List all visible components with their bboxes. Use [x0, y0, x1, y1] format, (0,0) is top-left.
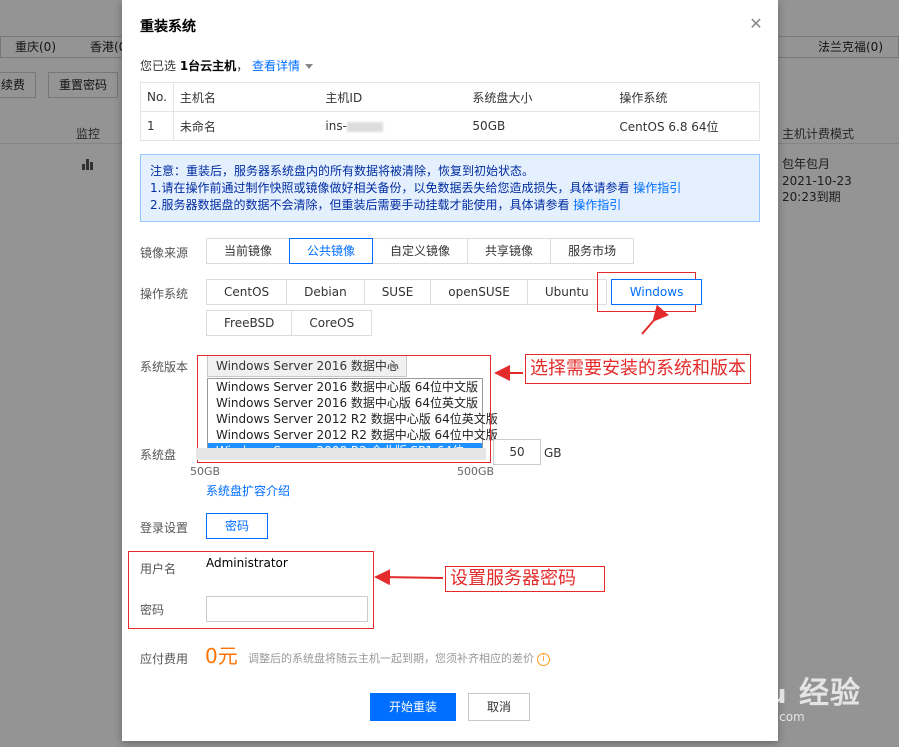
annotation-box-password	[128, 551, 374, 629]
fee-value: 0元	[205, 644, 238, 668]
baidu-watermark: Baidu 经验 jingyan.baidu.com	[692, 668, 861, 724]
guide-link-1[interactable]: 操作指引	[633, 181, 681, 195]
os-label: 操作系统	[140, 287, 189, 301]
notice-line-2-text: 1.请在操作前通过制作快照或镜像做好相关备份，以免数据丢失给您造成损失，具体请参…	[150, 181, 634, 195]
notice-line-3: 2.服务器数据盘的数据不会清除，但重装后需要手动挂载才能使用，具体请参看 操作指…	[150, 197, 750, 214]
header-no: No.	[140, 82, 174, 112]
system-disk-input[interactable]: 50	[493, 439, 541, 465]
notice-line-3-text: 2.服务器数据盘的数据不会清除，但重装后需要手动挂载才能使用，具体请参看	[150, 198, 574, 212]
annotation-set-password: 设置服务器密码	[445, 566, 605, 592]
image-source-custom[interactable]: 自定义镜像	[372, 238, 469, 264]
notice-box: 注意：重装后，服务器系统盘内的所有数据将被清除，恢复到初始状态。 1.请在操作前…	[140, 154, 760, 222]
cell-host-name: 未命名	[173, 111, 320, 141]
image-source-label: 镜像来源	[140, 246, 189, 260]
start-reinstall-button[interactable]: 开始重装	[370, 693, 456, 721]
selected-hosts-line: 您已选 1台云主机， 查看详情	[140, 57, 314, 74]
dialog-title: 重装系统	[140, 19, 196, 35]
os-tabs-row-1: CentOS Debian SUSE openSUSE Ubuntu Windo…	[206, 279, 703, 305]
header-disk-size: 系统盘大小	[466, 82, 614, 112]
selected-suffix: ，	[236, 59, 249, 73]
header-host-id: 主机ID	[319, 82, 467, 112]
notice-line-2: 1.请在操作前通过制作快照或镜像做好相关备份，以免数据丢失给您造成损失，具体请参…	[150, 180, 750, 197]
guide-link-2[interactable]: 操作指引	[573, 198, 621, 212]
os-coreos[interactable]: CoreOS	[291, 310, 373, 336]
fee-note: 调整后的系统盘将随云主机一起到期，您须补齐相应的差价 i	[248, 650, 550, 666]
login-settings-label: 登录设置	[140, 521, 189, 535]
watermark-url: jingyan.baidu.com	[694, 710, 805, 724]
os-debian[interactable]: Debian	[286, 279, 365, 305]
os-opensuse[interactable]: openSUSE	[430, 279, 528, 305]
cell-host-id: ins-	[319, 111, 467, 141]
redacted-mask	[346, 121, 383, 132]
fee-label: 应付费用	[140, 652, 189, 666]
selected-hosts-table: No. 主机名 主机ID 系统盘大小 操作系统 1 未命名 ins- 50GB …	[140, 82, 761, 141]
fee-note-text: 调整后的系统盘将随云主机一起到期，您须补齐相应的差价	[248, 652, 534, 665]
os-centos[interactable]: CentOS	[206, 279, 288, 305]
table-header-row: No. 主机名 主机ID 系统盘大小 操作系统	[140, 82, 761, 112]
notice-line-1: 注意：重装后，服务器系统盘内的所有数据将被清除，恢复到初始状态。	[150, 164, 535, 178]
host-id-value: ins-	[325, 119, 347, 133]
header-os: 操作系统	[613, 82, 761, 112]
image-source-shared[interactable]: 共享镜像	[467, 238, 552, 264]
os-tabs-row-2: FreeBSD CoreOS	[206, 310, 373, 336]
selected-prefix: 您已选	[140, 59, 180, 73]
cancel-button[interactable]: 取消	[468, 693, 530, 721]
header-host-name: 主机名	[173, 82, 320, 112]
image-source-tabs: 当前镜像 公共镜像 自定义镜像 共享镜像 服务市场	[206, 238, 635, 264]
cell-os: CentOS 6.8 64位	[613, 111, 761, 141]
info-icon[interactable]: i	[537, 652, 550, 666]
image-source-public[interactable]: 公共镜像	[289, 238, 374, 264]
os-ubuntu[interactable]: Ubuntu	[526, 279, 607, 305]
os-freebsd[interactable]: FreeBSD	[206, 310, 293, 336]
view-details-link[interactable]: 查看详情	[252, 59, 300, 73]
annotation-box-version	[197, 355, 491, 463]
annotation-select-os: 选择需要安装的系统和版本	[525, 354, 751, 384]
cell-disk-size: 50GB	[466, 111, 614, 141]
close-icon[interactable]: ✕	[748, 16, 764, 32]
slider-min-label: 50GB	[190, 465, 221, 478]
cell-no: 1	[140, 111, 174, 141]
system-disk-label: 系统盘	[140, 448, 177, 462]
system-disk-unit: GB	[544, 446, 562, 460]
disk-expand-link[interactable]: 系统盘扩容介绍	[206, 482, 290, 499]
image-source-marketplace[interactable]: 服务市场	[550, 238, 635, 264]
os-suse[interactable]: SUSE	[363, 279, 432, 305]
login-method-password[interactable]: 密码	[206, 513, 269, 539]
baidu-logo: Baidu 经验	[692, 676, 861, 711]
version-label: 系统版本	[140, 360, 189, 374]
image-source-current[interactable]: 当前镜像	[206, 238, 291, 264]
system-disk-slider[interactable]	[196, 448, 486, 460]
table-row: 1 未命名 ins- 50GB CentOS 6.8 64位	[140, 111, 761, 141]
selected-count: 1台云主机	[179, 59, 237, 73]
os-windows[interactable]: Windows	[610, 279, 703, 305]
chevron-down-icon[interactable]	[305, 64, 314, 69]
slider-max-label: 500GB	[457, 465, 495, 478]
